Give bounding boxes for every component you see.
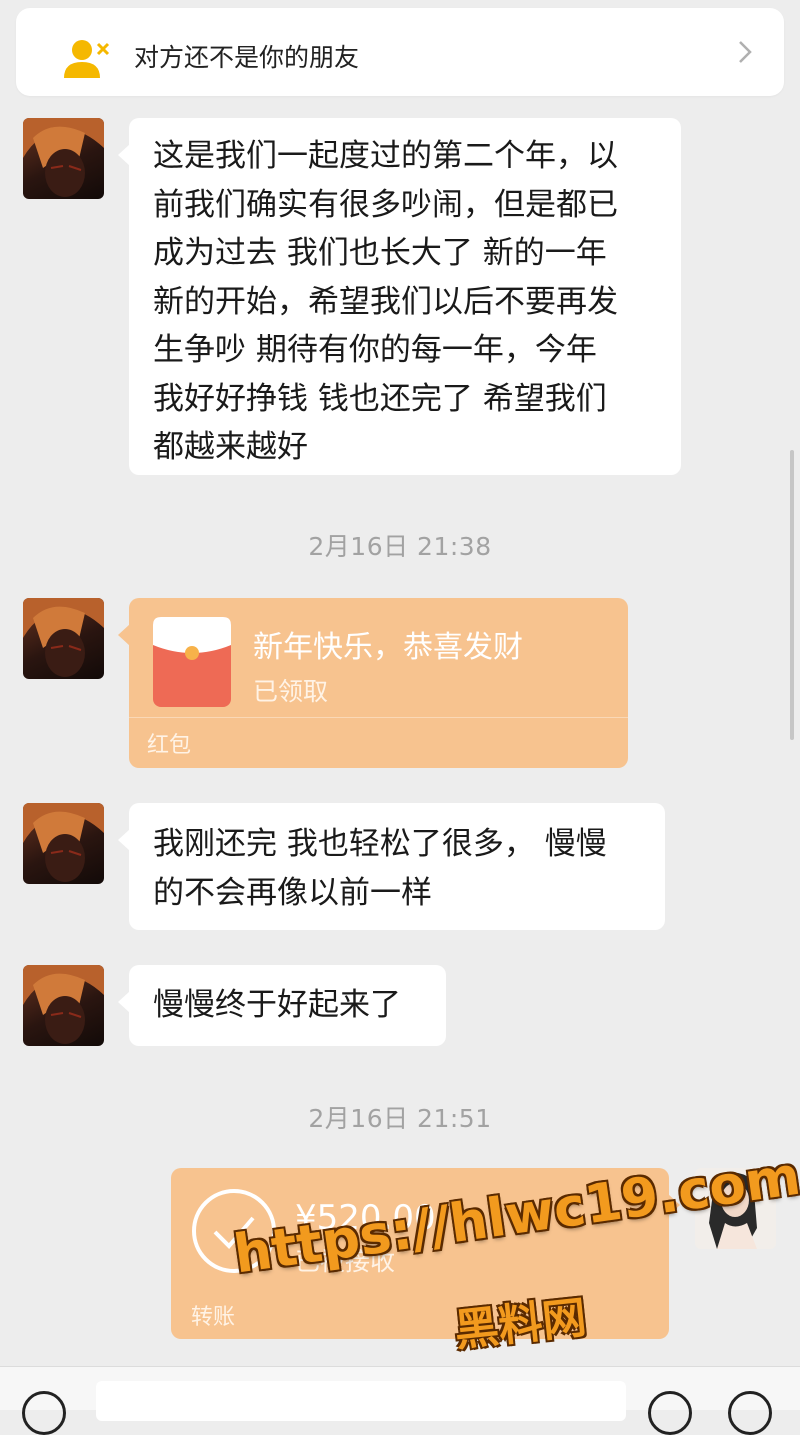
timestamp: 2月16日 21:38 <box>308 532 492 561</box>
message-bubble[interactable]: 这是我们一起度过的第二个年，以 前我们确实有很多吵闹，但是都已 成为过去 我们也… <box>118 118 681 475</box>
avatar-image <box>23 118 104 197</box>
timestamp: 2月16日 21:51 <box>308 1104 492 1133</box>
emoji-icon[interactable] <box>648 1391 692 1435</box>
red-packet-card[interactable]: 新年快乐，恭喜发财 已领取 红包 <box>118 598 628 768</box>
not-friend-banner[interactable]: 对方还不是你的朋友 <box>16 8 784 96</box>
input-bar <box>0 1366 800 1435</box>
divider <box>129 717 628 718</box>
red-envelope-icon <box>153 617 231 707</box>
message-bubble[interactable]: 我刚还完 我也轻松了很多， 慢慢 的不会再像以前一样 <box>118 803 665 930</box>
contact-avatar[interactable] <box>23 598 104 679</box>
message-line: 成为过去 我们也长大了 新的一年 <box>153 235 607 271</box>
message-line: 新的开始，希望我们以后不要再发 <box>153 283 618 320</box>
avatar-image <box>23 965 104 1044</box>
transfer-label: 转账 <box>191 1305 236 1330</box>
contact-avatar[interactable] <box>23 803 104 884</box>
message-input[interactable] <box>96 1381 626 1421</box>
banner-text: 对方还不是你的朋友 <box>134 43 360 72</box>
message-line: 这是我们一起度过的第二个年，以 <box>153 138 618 174</box>
message-line: 前我们确实有很多吵闹，但是都已 <box>153 186 618 223</box>
message-line: 我好好挣钱 钱也还完了 希望我们 <box>153 380 607 417</box>
red-packet-status: 已领取 <box>253 677 329 706</box>
red-packet-label: 红包 <box>147 733 192 758</box>
contact-avatar[interactable] <box>23 118 104 199</box>
message-line: 的不会再像以前一样 <box>153 874 432 911</box>
contact-avatar[interactable] <box>23 965 104 1046</box>
message-line: 我刚还完 我也轻松了很多， 慢慢 <box>153 826 607 862</box>
red-packet-title: 新年快乐，恭喜发财 <box>253 630 523 665</box>
message-bubble[interactable]: 慢慢终于好起来了 <box>118 965 446 1046</box>
message-line: 慢慢终于好起来了 <box>153 987 401 1023</box>
message-line: 生争吵 期待有你的每一年，今年 <box>153 332 597 368</box>
plus-icon[interactable] <box>728 1391 772 1435</box>
voice-icon[interactable] <box>22 1391 66 1435</box>
scrollbar[interactable] <box>790 450 794 740</box>
message-line: 都越来越好 <box>153 429 308 465</box>
avatar-image <box>23 803 104 882</box>
person-x-icon <box>64 40 110 78</box>
chevron-right-icon <box>739 41 752 63</box>
avatar-image <box>23 598 104 677</box>
